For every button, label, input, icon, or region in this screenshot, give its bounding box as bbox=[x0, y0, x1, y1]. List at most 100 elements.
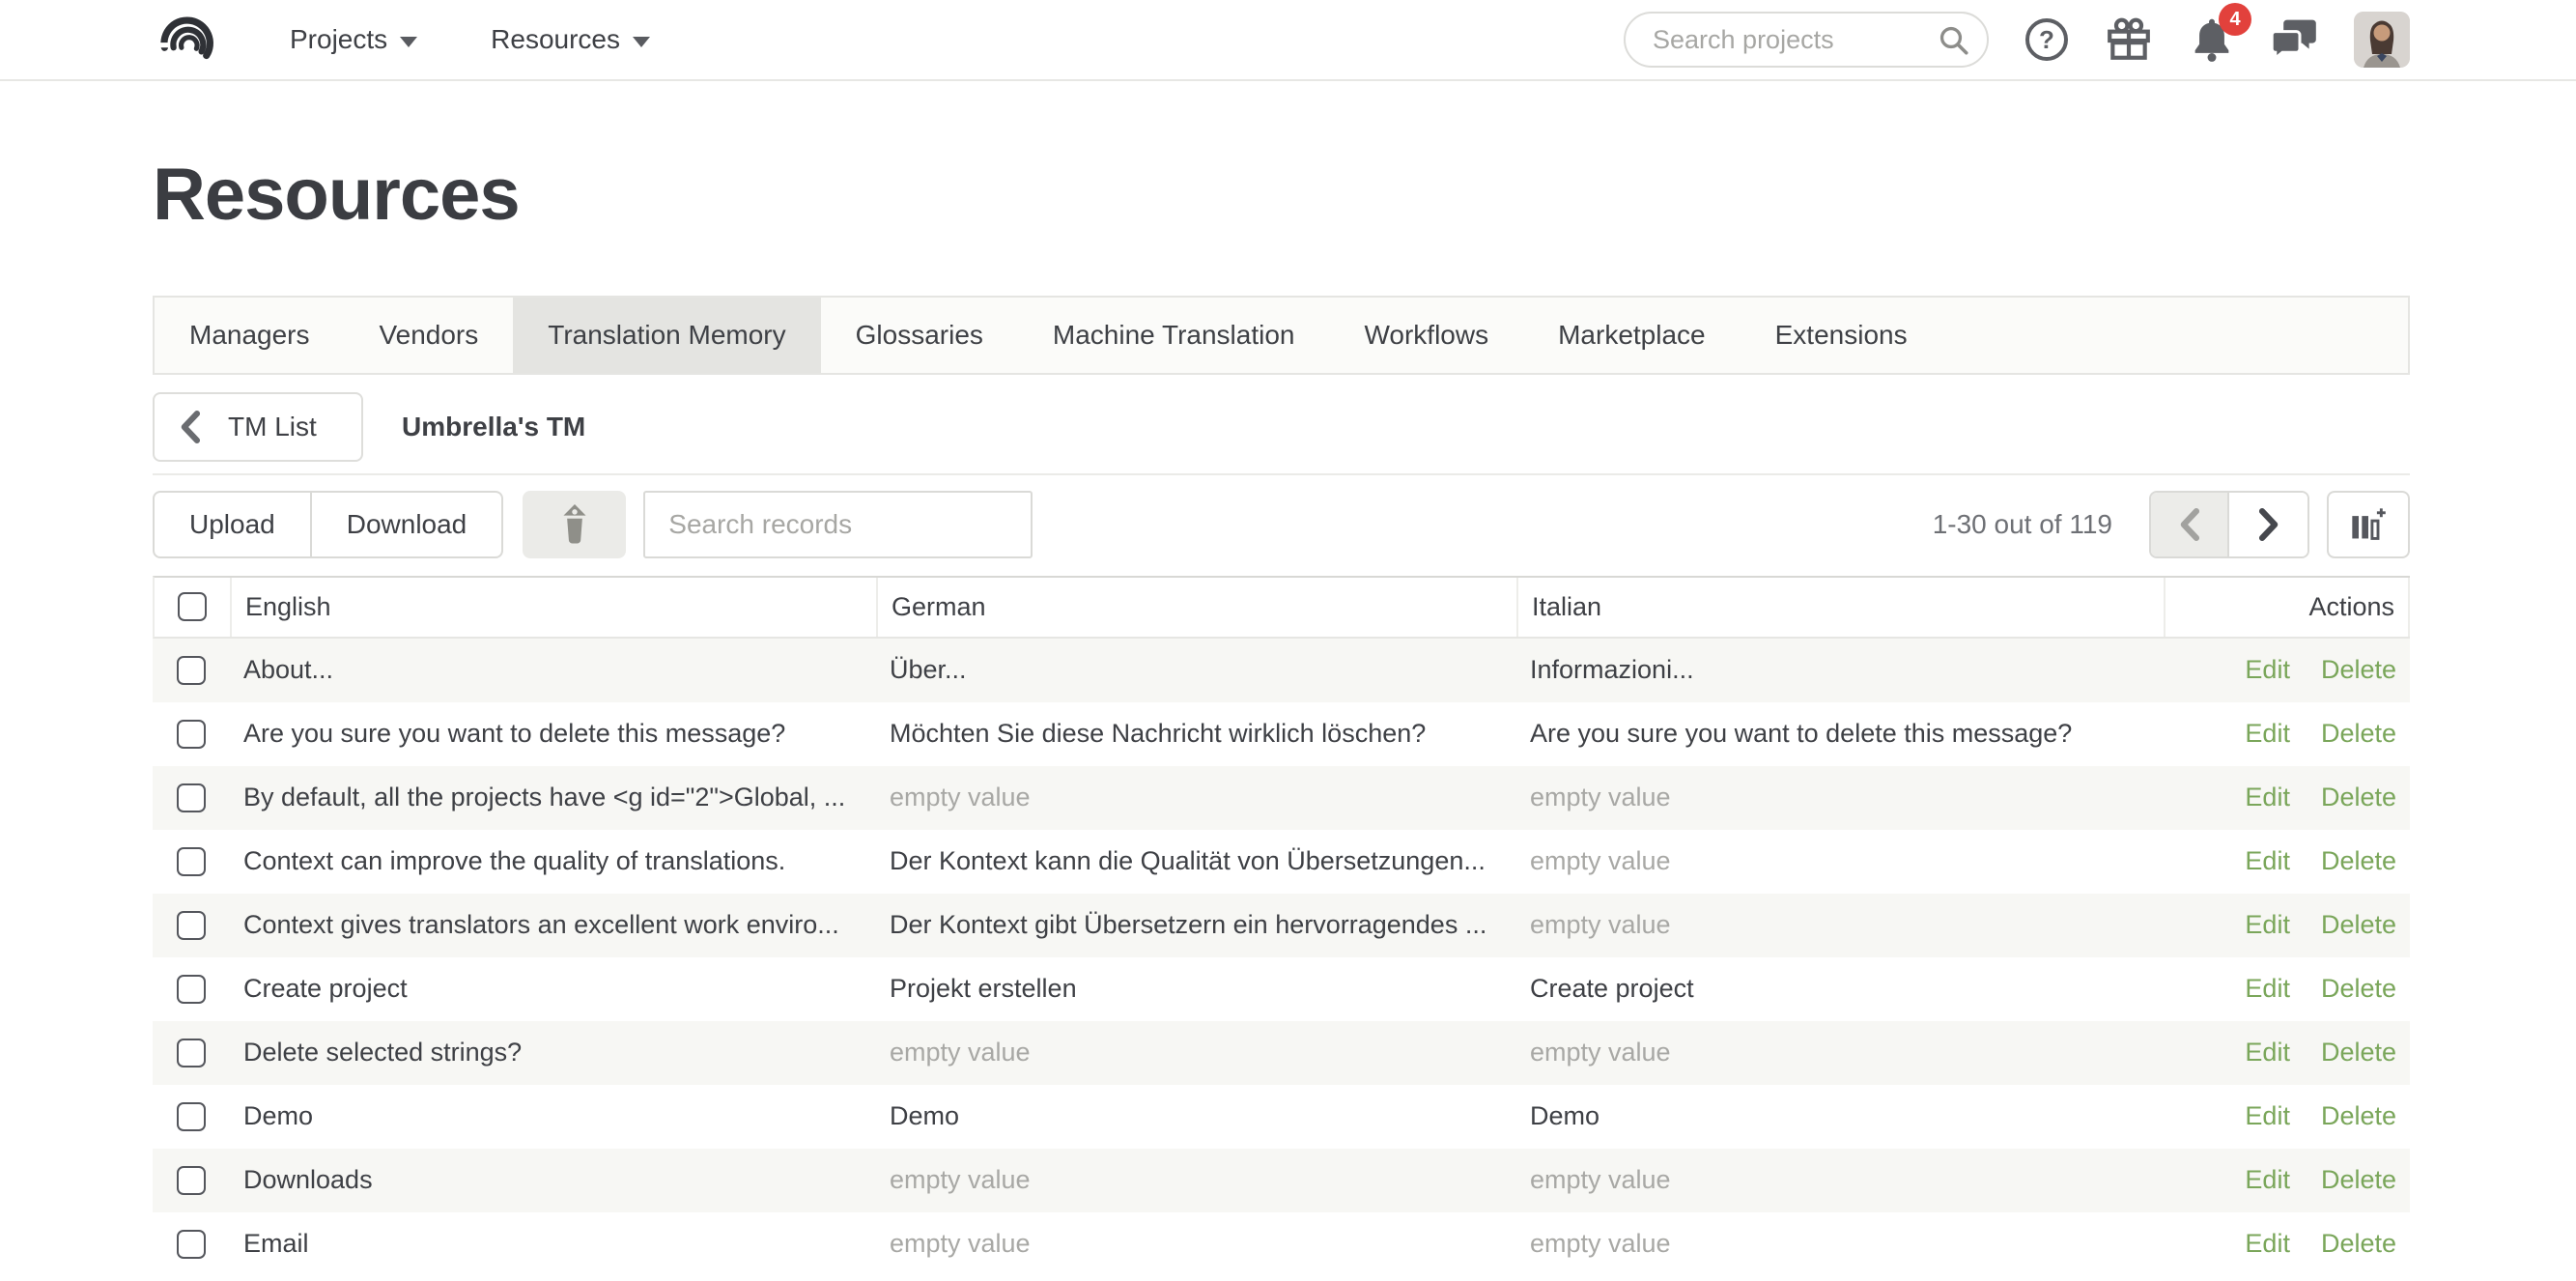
tab-marketplace[interactable]: Marketplace bbox=[1523, 298, 1741, 373]
delete-link[interactable]: Delete bbox=[2321, 655, 2396, 685]
row-checkbox[interactable] bbox=[177, 911, 206, 940]
cell-german: Der Kontext kann die Qualität von Überse… bbox=[876, 846, 1516, 876]
delete-link[interactable]: Delete bbox=[2321, 719, 2396, 749]
cell-english: Delete selected strings? bbox=[230, 1038, 876, 1068]
main-content: Resources Managers Vendors Translation M… bbox=[0, 155, 2576, 1276]
edit-link[interactable]: Edit bbox=[2245, 1101, 2290, 1131]
manage-columns-button[interactable] bbox=[2327, 491, 2410, 558]
help-button[interactable]: ? bbox=[2025, 18, 2068, 61]
row-checkbox[interactable] bbox=[177, 656, 206, 685]
back-button-label: TM List bbox=[228, 412, 317, 442]
cell-english: Downloads bbox=[230, 1165, 876, 1195]
chevron-left-icon bbox=[180, 411, 201, 443]
table-row: Downloads empty value empty value Edit D… bbox=[153, 1149, 2410, 1212]
app-logo-icon bbox=[153, 8, 216, 71]
delete-link[interactable]: Delete bbox=[2321, 783, 2396, 812]
cell-german: Der Kontext gibt Übersetzern ein hervorr… bbox=[876, 910, 1516, 940]
cell-actions: Edit Delete bbox=[2164, 974, 2410, 1004]
question-mark-icon: ? bbox=[2025, 18, 2068, 61]
chevron-right-icon bbox=[2257, 508, 2280, 541]
cell-italian: empty value bbox=[1516, 1038, 2164, 1068]
tab-workflows[interactable]: Workflows bbox=[1329, 298, 1523, 373]
tm-name: Umbrella's TM bbox=[402, 412, 585, 442]
gift-button[interactable] bbox=[2105, 15, 2153, 64]
chevron-down-icon bbox=[400, 37, 417, 47]
tm-records-table: English German Italian Actions About... … bbox=[153, 576, 2410, 1276]
delete-records-button[interactable] bbox=[523, 491, 626, 558]
chevron-down-icon bbox=[633, 37, 650, 47]
delete-link[interactable]: Delete bbox=[2321, 1229, 2396, 1259]
row-checkbox[interactable] bbox=[177, 720, 206, 749]
back-to-tm-list-button[interactable]: TM List bbox=[153, 392, 363, 462]
tab-extensions[interactable]: Extensions bbox=[1741, 298, 1942, 373]
cell-italian: Demo bbox=[1516, 1101, 2164, 1131]
tm-header-row: TM List Umbrella's TM bbox=[153, 392, 2410, 475]
search-icon bbox=[1937, 23, 1971, 65]
cell-actions: Edit Delete bbox=[2164, 1165, 2410, 1195]
cell-german: empty value bbox=[876, 1038, 1516, 1068]
messages-button[interactable] bbox=[2271, 17, 2317, 62]
delete-link[interactable]: Delete bbox=[2321, 910, 2396, 940]
row-checkbox[interactable] bbox=[177, 1230, 206, 1259]
app-logo[interactable] bbox=[153, 7, 218, 72]
tab-translation-memory[interactable]: Translation Memory bbox=[513, 298, 820, 373]
cell-actions: Edit Delete bbox=[2164, 910, 2410, 940]
previous-page-button[interactable] bbox=[2151, 493, 2229, 556]
cell-italian: Create project bbox=[1516, 974, 2164, 1004]
table-row: Context gives translators an excellent w… bbox=[153, 894, 2410, 957]
edit-link[interactable]: Edit bbox=[2245, 1229, 2290, 1259]
nav-projects-menu[interactable]: Projects bbox=[290, 24, 417, 55]
download-button[interactable]: Download bbox=[311, 491, 504, 558]
edit-link[interactable]: Edit bbox=[2245, 910, 2290, 940]
table-row: Context can improve the quality of trans… bbox=[153, 830, 2410, 894]
delete-link[interactable]: Delete bbox=[2321, 846, 2396, 876]
user-avatar[interactable] bbox=[2354, 12, 2410, 68]
column-header-italian: Italian bbox=[1518, 578, 2166, 637]
row-checkbox[interactable] bbox=[177, 1039, 206, 1068]
tab-glossaries[interactable]: Glossaries bbox=[821, 298, 1018, 373]
upload-button[interactable]: Upload bbox=[153, 491, 311, 558]
edit-link[interactable]: Edit bbox=[2245, 974, 2290, 1004]
cell-english: About... bbox=[230, 655, 876, 685]
table-row: Email empty value empty value Edit Delet… bbox=[153, 1212, 2410, 1276]
row-checkbox[interactable] bbox=[177, 1166, 206, 1195]
cell-italian: empty value bbox=[1516, 1229, 2164, 1259]
notification-badge: 4 bbox=[2219, 3, 2251, 36]
table-body: About... Über... Informazioni... Edit De… bbox=[153, 639, 2410, 1276]
cell-german: Möchten Sie diese Nachricht wirklich lös… bbox=[876, 719, 1516, 749]
cell-actions: Edit Delete bbox=[2164, 846, 2410, 876]
row-checkbox[interactable] bbox=[177, 783, 206, 812]
cell-english: Email bbox=[230, 1229, 876, 1259]
search-records-input[interactable] bbox=[643, 491, 1033, 558]
edit-link[interactable]: Edit bbox=[2245, 1038, 2290, 1068]
table-row: Create project Projekt erstellen Create … bbox=[153, 957, 2410, 1021]
cell-german: empty value bbox=[876, 783, 1516, 812]
next-page-button[interactable] bbox=[2229, 493, 2307, 556]
cell-english: Context can improve the quality of trans… bbox=[230, 846, 876, 876]
column-header-german: German bbox=[878, 578, 1518, 637]
notifications-button[interactable]: 4 bbox=[2190, 16, 2234, 63]
edit-link[interactable]: Edit bbox=[2245, 783, 2290, 812]
edit-link[interactable]: Edit bbox=[2245, 1165, 2290, 1195]
tab-machine-translation[interactable]: Machine Translation bbox=[1018, 298, 1330, 373]
nav-resources-menu[interactable]: Resources bbox=[491, 24, 650, 55]
tab-managers[interactable]: Managers bbox=[155, 298, 345, 373]
row-checkbox[interactable] bbox=[177, 975, 206, 1004]
tab-vendors[interactable]: Vendors bbox=[345, 298, 514, 373]
cell-english: Create project bbox=[230, 974, 876, 1004]
edit-link[interactable]: Edit bbox=[2245, 846, 2290, 876]
delete-link[interactable]: Delete bbox=[2321, 1165, 2396, 1195]
delete-link[interactable]: Delete bbox=[2321, 974, 2396, 1004]
edit-link[interactable]: Edit bbox=[2245, 655, 2290, 685]
select-all-checkbox[interactable] bbox=[178, 592, 207, 621]
delete-link[interactable]: Delete bbox=[2321, 1038, 2396, 1068]
table-row: Are you sure you want to delete this mes… bbox=[153, 702, 2410, 766]
delete-link[interactable]: Delete bbox=[2321, 1101, 2396, 1131]
projects-search-input[interactable] bbox=[1651, 24, 1931, 56]
edit-link[interactable]: Edit bbox=[2245, 719, 2290, 749]
column-header-actions: Actions bbox=[2166, 578, 2410, 637]
cell-italian: Are you sure you want to delete this mes… bbox=[1516, 719, 2164, 749]
row-checkbox[interactable] bbox=[177, 1102, 206, 1131]
projects-search bbox=[1624, 12, 1989, 68]
row-checkbox[interactable] bbox=[177, 847, 206, 876]
